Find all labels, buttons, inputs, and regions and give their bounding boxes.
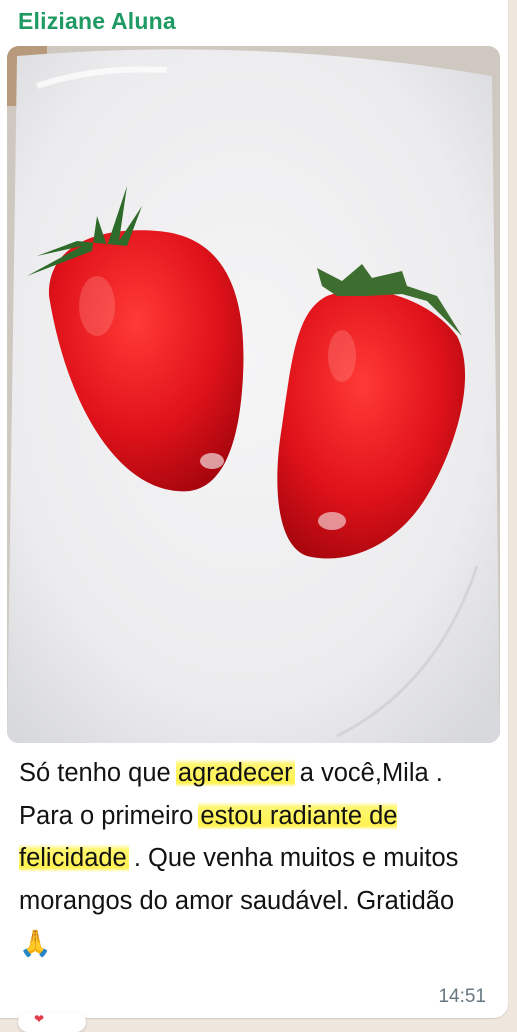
- message-timestamp: 14:51: [438, 986, 486, 1007]
- message-text: Só tenho que agradecer a você,Mila . Par…: [19, 752, 489, 966]
- message-photo[interactable]: [7, 46, 500, 743]
- strawberries-image: [7, 46, 500, 743]
- text-part: Só tenho que: [19, 759, 178, 787]
- message-bubble[interactable]: Eliziane Aluna Só tenho que agradecer a …: [0, 0, 508, 1018]
- pray-emoji: 🙏: [19, 928, 52, 958]
- reaction-badge[interactable]: ❤: [18, 1012, 86, 1032]
- sender-name[interactable]: Eliziane Aluna: [18, 8, 176, 35]
- highlighted-text: agradecer: [175, 759, 295, 787]
